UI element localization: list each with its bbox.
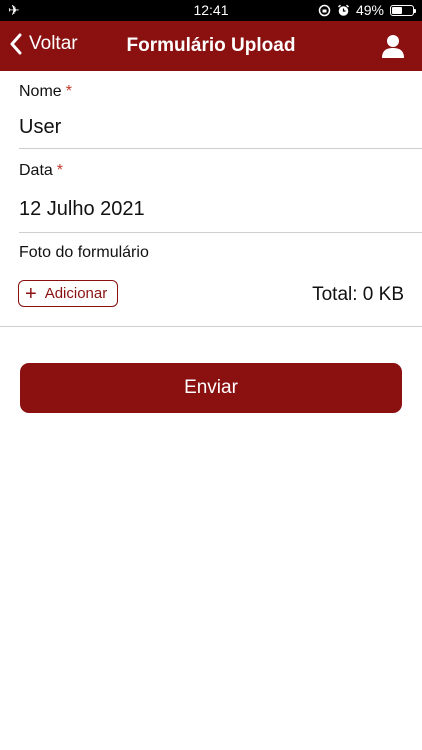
battery-icon (390, 4, 416, 16)
required-asterisk: * (65, 83, 72, 100)
plus-icon: + (25, 282, 37, 305)
submit-label: Enviar (184, 377, 238, 398)
required-asterisk: * (56, 162, 64, 179)
date-input[interactable]: 12 Julho 2021 (19, 198, 422, 221)
add-photo-button[interactable]: + Adicionar (18, 280, 118, 307)
total-size: Total: 0 KB (312, 284, 404, 305)
name-field-label-row: Nome * (19, 83, 422, 101)
battery-fill (392, 6, 402, 14)
divider (19, 148, 422, 149)
divider (0, 326, 422, 327)
name-label-text: Nome (19, 83, 62, 100)
add-button-label: Adicionar (44, 285, 108, 302)
status-bar: ✈ 12:41 49% (0, 0, 422, 21)
submit-button[interactable]: Enviar (20, 363, 402, 413)
back-button[interactable]: Voltar (10, 33, 78, 55)
battery-percent: 49% (355, 2, 384, 18)
name-input[interactable]: User (19, 116, 422, 139)
photo-label: Foto do formulário (19, 244, 149, 261)
divider (19, 232, 422, 233)
date-label-text: Data (19, 162, 53, 179)
alarm-icon (338, 4, 349, 16)
chevron-left-icon (10, 33, 22, 55)
date-field-label-row: Data * (19, 162, 422, 180)
date-label: Data * (19, 162, 63, 179)
status-right: 49% (318, 2, 416, 18)
name-label: Nome * (19, 83, 72, 100)
user-icon[interactable] (380, 33, 406, 59)
orientation-lock-icon (318, 4, 331, 16)
navigation-bar: Voltar Formulário Upload (0, 21, 422, 71)
back-label: Voltar (29, 33, 78, 54)
